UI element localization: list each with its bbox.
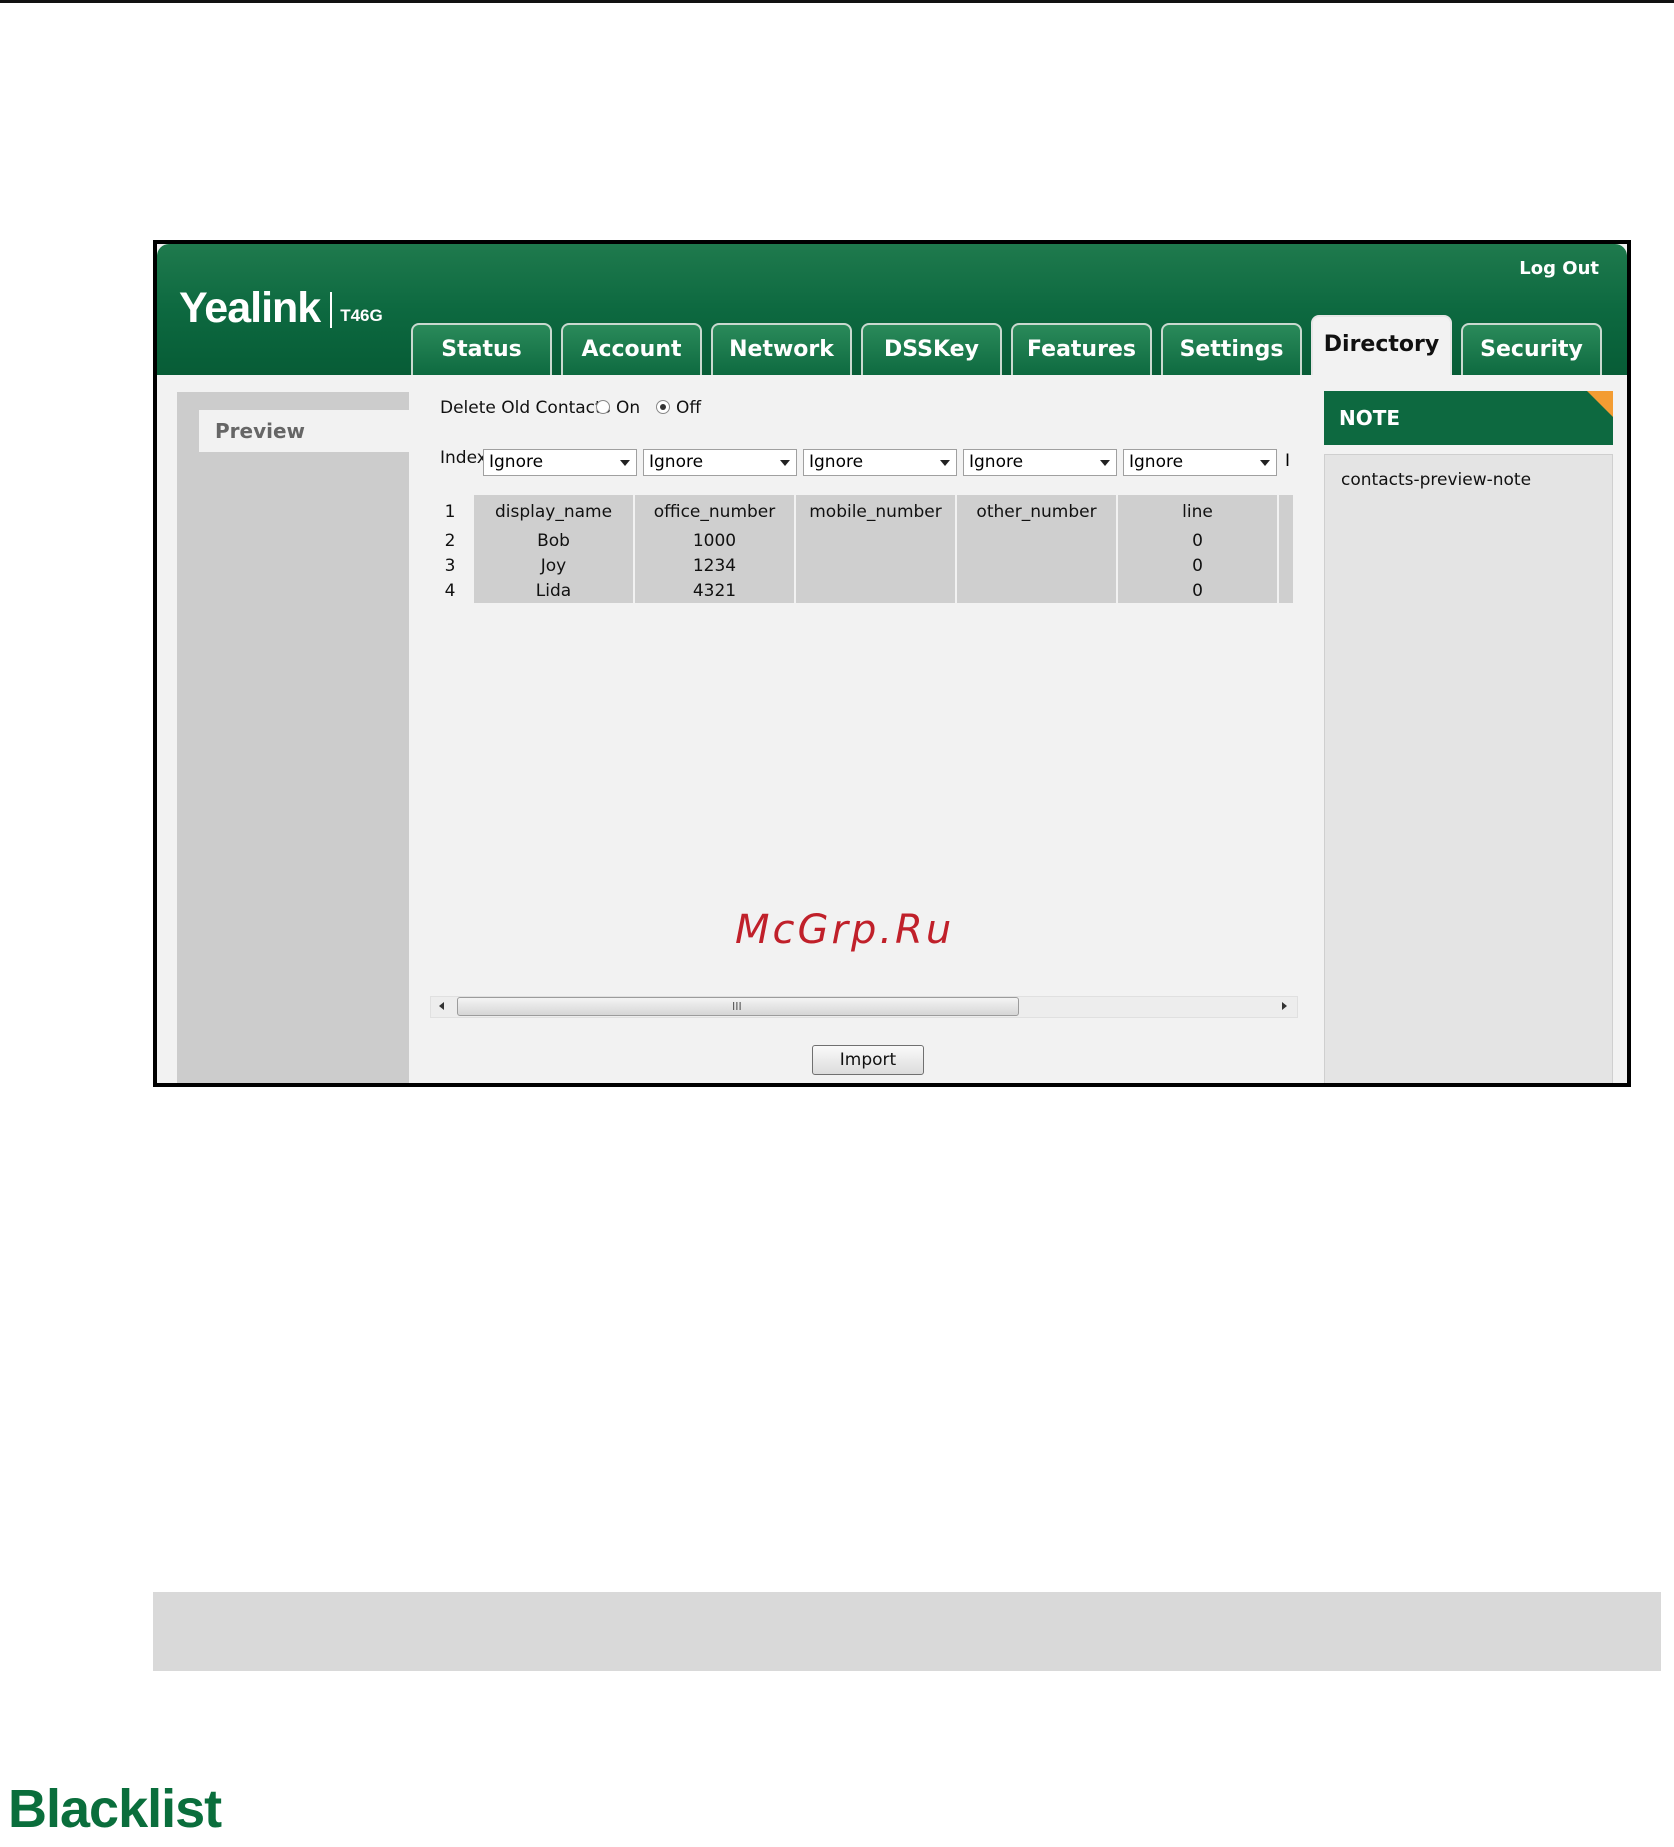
screenshot-frame: Yealink T46G Log Out Status Account Netw… [153, 240, 1631, 1087]
top-rule [0, 0, 1674, 3]
chevron-down-icon [780, 460, 790, 466]
table-row: 2 Bob 1000 0 [426, 528, 1293, 553]
delete-old-contacts-label: Delete Old Contacts [440, 398, 611, 418]
table-cell [1278, 495, 1293, 528]
tab-directory[interactable]: Directory [1311, 315, 1452, 375]
chevron-down-icon [1100, 460, 1110, 466]
tab-settings[interactable]: Settings [1161, 323, 1302, 375]
table-cell [1278, 528, 1293, 553]
note-header: NOTE [1324, 391, 1613, 445]
column-select-value: Ignore [649, 452, 704, 472]
table-cell: 1234 [634, 553, 796, 578]
note-body: contacts-preview-note [1324, 454, 1613, 1083]
table-row: 3 Joy 1234 0 [426, 553, 1293, 578]
table-header-cell: display_name [474, 495, 635, 528]
table-cell: 0 [1117, 528, 1279, 553]
column-select-value: I [1285, 451, 1291, 471]
table-cell: 0 [1117, 578, 1279, 603]
note-title: NOTE [1339, 406, 1401, 430]
table-cell [956, 578, 1118, 603]
column-select-6[interactable]: I [1283, 449, 1297, 476]
radio-on[interactable] [596, 400, 610, 414]
tab-features[interactable]: Features [1011, 323, 1152, 375]
main-panel: Delete Old Contacts On Off Index Ignore … [420, 392, 1329, 1083]
tab-status[interactable]: Status [411, 323, 552, 375]
table-cell: 4321 [634, 578, 796, 603]
table-cell: 4 [426, 578, 474, 603]
note-box-placeholder [153, 1592, 1661, 1671]
table-cell: 0 [1117, 553, 1279, 578]
note-text: contacts-preview-note [1341, 470, 1532, 490]
table-cell [956, 553, 1118, 578]
table-cell: Lida [474, 578, 635, 603]
logo-divider [330, 292, 333, 328]
tab-dsskey[interactable]: DSSKey [861, 323, 1002, 375]
page-corner-icon [1587, 391, 1613, 417]
radio-off[interactable] [656, 400, 670, 414]
table-cell [795, 578, 957, 603]
table-cell [1278, 578, 1293, 603]
column-select-5[interactable]: Ignore [1123, 449, 1277, 476]
table-cell [795, 528, 957, 553]
tab-account[interactable]: Account [561, 323, 702, 375]
scroll-right-icon[interactable] [1282, 1002, 1287, 1010]
table-header-cell: other_number [956, 495, 1118, 528]
radio-off-label: Off [676, 398, 702, 418]
column-select-2[interactable]: Ignore [643, 449, 797, 476]
section-title: Blacklist [8, 1779, 222, 1839]
table-cell: 1000 [634, 528, 796, 553]
column-select-value: Ignore [489, 452, 544, 472]
column-select-3[interactable]: Ignore [803, 449, 957, 476]
main-tabs: Status Account Network DSSKey Features S… [411, 315, 1602, 375]
yealink-logo: Yealink T46G [179, 284, 383, 332]
tab-network[interactable]: Network [711, 323, 852, 375]
table-cell: Joy [474, 553, 635, 578]
column-select-4[interactable]: Ignore [963, 449, 1117, 476]
column-select-value: Ignore [1129, 452, 1184, 472]
model-name: T46G [340, 306, 383, 325]
table-cell [1278, 553, 1293, 578]
contacts-preview-table: 1 display_name office_number mobile_numb… [426, 495, 1293, 603]
table-header-cell: mobile_number [795, 495, 957, 528]
brand-name: Yealink [179, 284, 321, 332]
sidebar: Preview [177, 392, 409, 1083]
scroll-left-icon[interactable] [439, 1002, 444, 1010]
table-cell: 3 [426, 553, 474, 578]
index-label: Index [440, 448, 487, 468]
table-cell: 1 [426, 495, 474, 528]
column-select-value: Ignore [969, 452, 1024, 472]
app-header: Yealink T46G Log Out Status Account Netw… [157, 244, 1627, 375]
table-header-row: 1 display_name office_number mobile_numb… [426, 495, 1293, 528]
table-cell: Bob [474, 528, 635, 553]
logout-link[interactable]: Log Out [1519, 258, 1599, 279]
horizontal-scrollbar[interactable]: III [430, 996, 1298, 1018]
radio-on-label: On [616, 398, 641, 418]
table-header-cell: office_number [634, 495, 796, 528]
chevron-down-icon [940, 460, 950, 466]
table-row: 4 Lida 4321 0 [426, 578, 1293, 603]
watermark-text: McGrp.Ru [735, 907, 955, 953]
scroll-grip-icon: III [732, 1000, 742, 1013]
table-cell: 2 [426, 528, 474, 553]
chevron-down-icon [620, 460, 630, 466]
sidebar-item-preview[interactable]: Preview [199, 410, 409, 452]
column-select-1[interactable]: Ignore [483, 449, 637, 476]
table-cell [956, 528, 1118, 553]
table-header-cell: line [1117, 495, 1279, 528]
column-select-value: Ignore [809, 452, 864, 472]
chevron-down-icon [1260, 460, 1270, 466]
tab-security[interactable]: Security [1461, 323, 1602, 375]
table-cell [795, 553, 957, 578]
scrollbar-thumb[interactable]: III [457, 997, 1019, 1016]
import-button[interactable]: Import [812, 1045, 924, 1075]
